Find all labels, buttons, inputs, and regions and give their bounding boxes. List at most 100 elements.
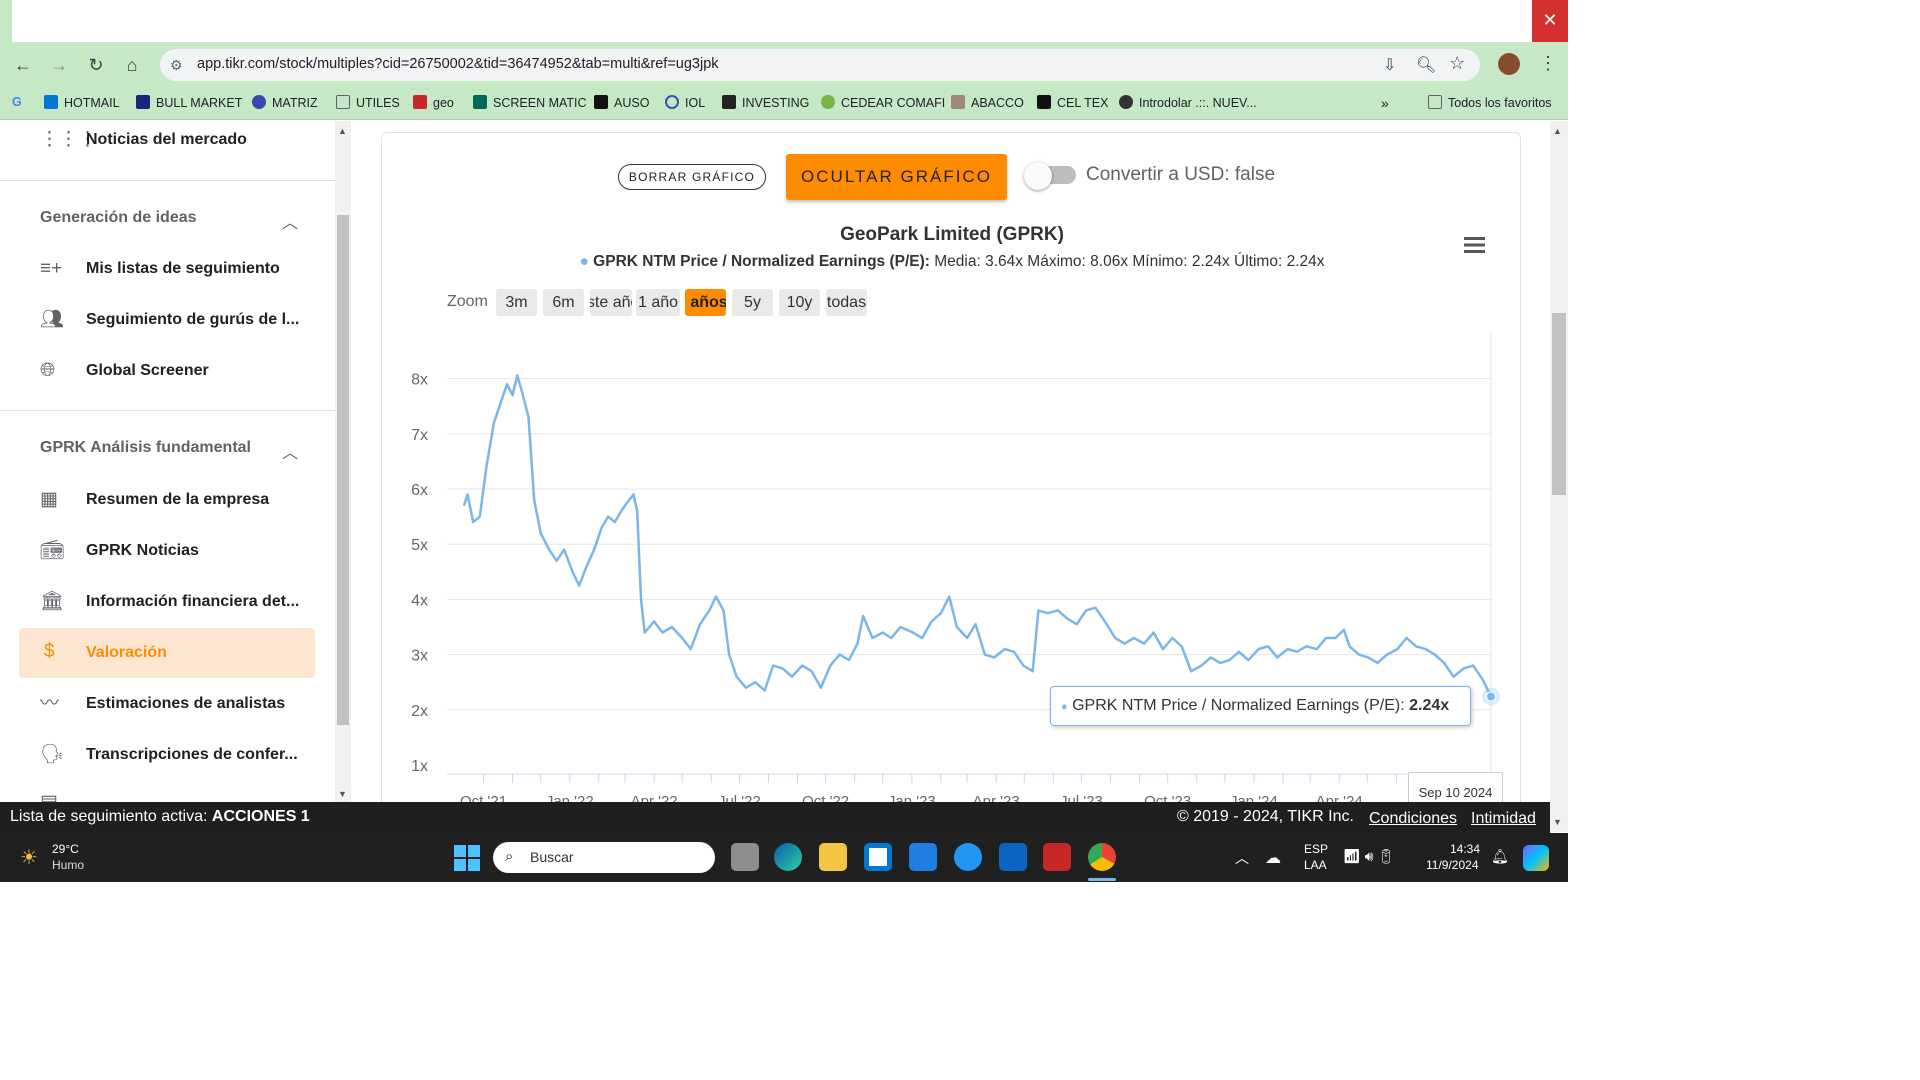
divider: [0, 410, 335, 411]
bookmark-bull-market[interactable]: BULL MARKET: [136, 95, 242, 110]
bookmark-utiles[interactable]: UTILES: [336, 95, 400, 110]
conditions-link[interactable]: Condiciones: [1369, 810, 1457, 828]
usd-toggle-knob[interactable]: [1024, 162, 1052, 190]
weather-desc[interactable]: Humo: [52, 858, 84, 872]
section-analysis-header[interactable]: GPRK Análisis fundamental: [40, 439, 251, 457]
file-explorer-icon[interactable]: [819, 843, 847, 871]
profile-avatar[interactable]: [1498, 53, 1520, 75]
sidebar-item-market-news[interactable]: Noticias del mercado: [86, 131, 247, 149]
chrome-icon[interactable]: [1088, 843, 1116, 871]
store-icon[interactable]: [864, 843, 892, 871]
bookmark-investing[interactable]: INVESTING: [722, 95, 809, 110]
help-icon[interactable]: [954, 843, 982, 871]
chevron-up-icon[interactable]: ︿: [282, 209, 298, 233]
zoom-5y-button[interactable]: 5y: [732, 289, 773, 316]
chevron-up-icon[interactable]: ︿: [1235, 848, 1249, 868]
zoom-all-button[interactable]: todas: [826, 289, 867, 316]
all-bookmarks[interactable]: Todos los favoritos: [1428, 95, 1552, 110]
bookmark-screen-matic[interactable]: SCREEN MATIC: [473, 95, 587, 110]
privacy-link[interactable]: Intimidad: [1471, 810, 1536, 828]
zoom-3y-button[interactable]: 3 años: [685, 289, 726, 316]
clock-time[interactable]: 14:34: [1450, 842, 1480, 856]
scroll-down-icon[interactable]: ▼: [1553, 817, 1562, 827]
folder-icon: [336, 95, 350, 109]
home-icon[interactable]: ⌂: [119, 52, 145, 78]
bookmark-matriz[interactable]: MATRIZ: [252, 95, 318, 110]
bookmark-auso[interactable]: AUSO: [594, 95, 649, 110]
hide-chart-button[interactable]: OCULTAR GRÁFICO: [786, 154, 1007, 200]
weather-temp[interactable]: 29°C: [52, 842, 79, 856]
reload-icon[interactable]: ↻: [83, 52, 109, 78]
sidebar-item-global-screener[interactable]: Global Screener: [86, 362, 209, 380]
lang-code[interactable]: ESP: [1304, 842, 1328, 856]
task-view-icon[interactable]: [731, 843, 759, 871]
zoom-10y-button[interactable]: 10y: [779, 289, 820, 316]
hamburger-menu-icon[interactable]: [1464, 237, 1485, 253]
bank-icon: 🏛︎: [40, 591, 65, 612]
back-icon[interactable]: ←: [10, 52, 36, 78]
people-icon: 👥︎: [40, 309, 65, 330]
cel-tex-icon: [1037, 95, 1051, 109]
clear-chart-button[interactable]: BORRAR GRÁFICO: [618, 164, 766, 190]
scroll-up-icon[interactable]: ▲: [338, 126, 347, 136]
lang-layout[interactable]: LAA: [1304, 858, 1327, 872]
scroll-down-icon[interactable]: ▼: [338, 789, 347, 799]
notification-bell-icon[interactable]: 🔔︎: [1491, 848, 1509, 865]
sidebar-item-estimates[interactable]: Estimaciones de analistas: [86, 695, 285, 713]
sidebar-item-financials[interactable]: Información financiera det...: [86, 593, 299, 611]
copyright: © 2019 - 2024, TIKR Inc.: [1177, 808, 1354, 825]
zoom-6m-button[interactable]: 6m: [543, 289, 584, 316]
auso-icon: [594, 95, 608, 109]
network-volume-battery-icons[interactable]: 📶︎ 🔊︎ 🔋︎: [1343, 848, 1395, 865]
scroll-up-icon[interactable]: ▲: [1553, 126, 1562, 136]
active-tab-area: [12, 0, 1532, 42]
page-scrollbar-thumb[interactable]: [1552, 313, 1566, 495]
bookmark-cel-tex[interactable]: CEL TEX: [1037, 95, 1108, 110]
mcafee-icon[interactable]: [1043, 843, 1071, 871]
bookmark-cedear-comafi[interactable]: CEDEAR COMAFI: [821, 95, 945, 110]
windows-start-icon[interactable]: [454, 845, 480, 871]
edge-icon[interactable]: [774, 843, 802, 871]
bookmark-geo[interactable]: geo: [413, 95, 454, 110]
onedrive-icon[interactable]: ☁: [1265, 848, 1281, 868]
more-bookmarks-icon[interactable]: »: [1381, 95, 1389, 111]
bookmark-introdolar[interactable]: Introdolar .::. NUEV...: [1119, 95, 1257, 110]
zoom-ytd-button[interactable]: este año: [590, 289, 632, 316]
sidebar-item-watchlists[interactable]: Mis listas de seguimiento: [86, 260, 280, 278]
bookmark-iol[interactable]: IOL: [665, 95, 705, 110]
sidebar-item-transcripts[interactable]: Transcripciones de confer...: [86, 746, 298, 764]
chevron-up-icon[interactable]: ︿: [282, 439, 298, 463]
site-info-icon[interactable]: ⚙: [170, 57, 183, 74]
window-close-button[interactable]: ✕: [1532, 0, 1568, 42]
sidebar-item-news[interactable]: GPRK Noticias: [86, 542, 199, 560]
sidebar-scrollbar-thumb[interactable]: [337, 215, 349, 725]
bookmark-hotmail[interactable]: HOTMAIL: [44, 95, 120, 110]
url-text[interactable]: app.tikr.com/stock/multiples?cid=2675000…: [197, 56, 719, 72]
active-watchlist[interactable]: Lista de seguimiento activa: ACCIONES 1: [10, 808, 310, 826]
clock-date[interactable]: 11/9/2024: [1426, 858, 1479, 872]
google-icon[interactable]: G: [12, 95, 22, 109]
myhp-icon[interactable]: [909, 843, 937, 871]
sidebar-item-valuation[interactable]: Valoración: [86, 644, 167, 662]
kebab-menu-icon[interactable]: ⋮: [1539, 53, 1557, 74]
zoom-3m-button[interactable]: 3m: [496, 289, 537, 316]
taskbar-search-text[interactable]: Buscar: [530, 849, 574, 865]
zoom-1y-button[interactable]: 1 año: [636, 289, 680, 316]
weather-icon[interactable]: ☀: [20, 845, 38, 870]
section-ideas-header[interactable]: Generación de ideas: [40, 209, 197, 227]
zoom-icon[interactable]: 🔍︎: [1416, 55, 1436, 75]
matriz-icon: [252, 95, 266, 109]
copilot-icon[interactable]: [1523, 845, 1549, 871]
sidebar-item-gurus[interactable]: Seguimiento de gurús de l...: [86, 311, 299, 329]
forward-icon[interactable]: →: [46, 52, 72, 78]
iol-icon: [665, 95, 679, 109]
install-icon[interactable]: ⇩: [1383, 55, 1396, 75]
sidebar-item-company-summary[interactable]: Resumen de la empresa: [86, 491, 269, 509]
pe-series-line[interactable]: [462, 374, 1493, 698]
star-icon[interactable]: ☆: [1449, 53, 1465, 74]
hover-point[interactable]: [1486, 691, 1496, 702]
pe-line-chart[interactable]: 1x2x3x4x5x6x7x8xOct '21 Jan '22 Apr '22 Jul…: [390, 325, 1510, 805]
outlook-icon[interactable]: [999, 843, 1027, 871]
bookmark-abacco[interactable]: ABACCO: [951, 95, 1024, 110]
taskbar-search[interactable]: [493, 842, 715, 873]
